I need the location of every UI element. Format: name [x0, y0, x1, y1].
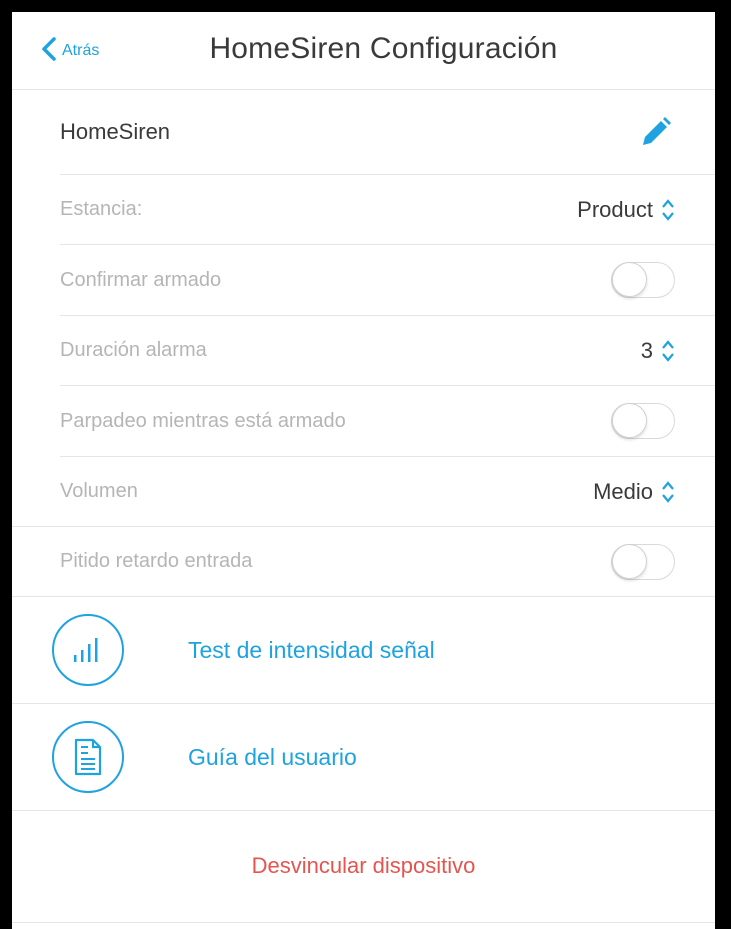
volume-value: Medio [593, 478, 653, 504]
blink-armed-row: Parpadeo mientras está armado [60, 386, 715, 457]
chevron-up-down-icon[interactable] [661, 197, 675, 223]
entry-delay-beep-row: Pitido retardo entrada [12, 527, 715, 597]
alarm-duration-value: 3 [640, 337, 653, 363]
toggle-knob [612, 403, 647, 438]
room-row[interactable]: Estancia: Product [60, 175, 715, 245]
volume-label: Volumen [60, 480, 138, 502]
user-guide-row[interactable]: Guía del usuario [12, 704, 715, 811]
blink-armed-label: Parpadeo mientras está armado [60, 409, 346, 432]
device-name: HomeSiren [60, 119, 171, 144]
document-icon [52, 721, 124, 793]
signal-bars-icon [52, 614, 124, 686]
blink-armed-toggle[interactable] [611, 403, 675, 439]
chevron-up-down-icon[interactable] [661, 479, 675, 505]
alarm-duration-label: Duración alarma [60, 339, 207, 361]
device-name-row: HomeSiren [60, 90, 715, 175]
unlink-device-button[interactable]: Desvincular dispositivo [12, 810, 715, 923]
pencil-icon[interactable] [639, 115, 673, 149]
settings-screen: Atrás HomeSiren Configuración HomeSiren … [12, 12, 715, 929]
page-title: HomeSiren Configuración [209, 32, 558, 65]
toggle-knob [612, 262, 647, 297]
confirm-arm-label: Confirmar armado [60, 268, 222, 291]
toggle-knob [612, 543, 647, 579]
signal-test-label: Test de intensidad señal [188, 636, 435, 663]
alarm-duration-row[interactable]: Duración alarma 3 [60, 316, 715, 386]
room-value: Product [577, 196, 653, 222]
confirm-arm-row: Confirmar armado [60, 245, 715, 316]
chevron-up-down-icon[interactable] [661, 338, 675, 364]
volume-row[interactable]: Volumen Medio [12, 457, 715, 527]
nav-header: Atrás HomeSiren Configuración [12, 12, 715, 90]
entry-delay-beep-toggle[interactable] [611, 543, 675, 580]
room-label: Estancia: [60, 198, 143, 220]
user-guide-label: Guía del usuario [188, 743, 357, 770]
entry-delay-beep-label: Pitido retardo entrada [60, 550, 253, 572]
signal-test-row[interactable]: Test de intensidad señal [12, 597, 715, 704]
confirm-arm-toggle[interactable] [611, 262, 675, 298]
